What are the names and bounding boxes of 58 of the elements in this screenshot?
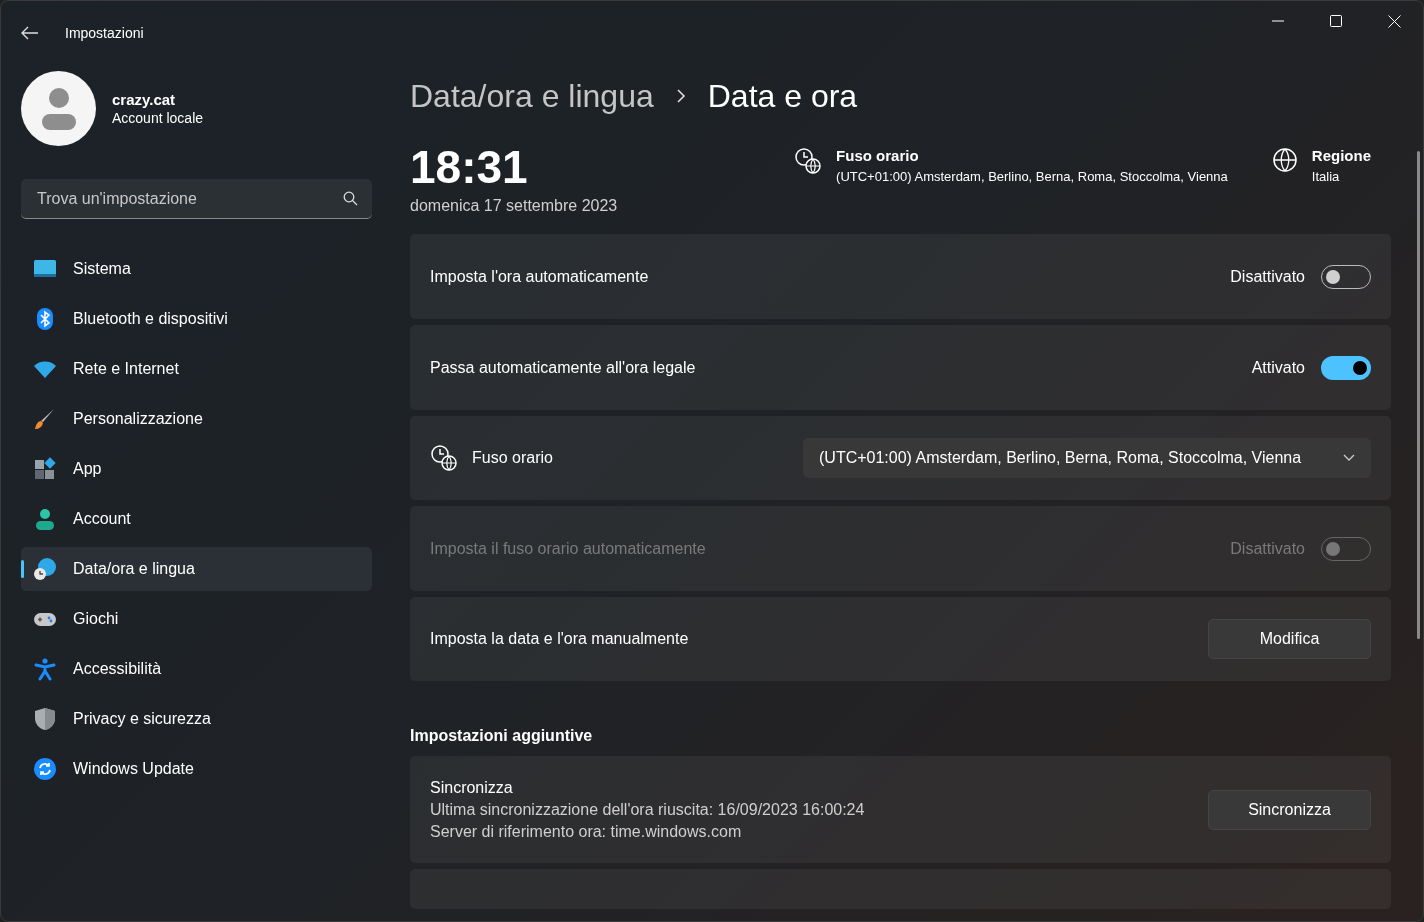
setting-title: Sincronizza bbox=[430, 778, 514, 797]
search-field[interactable]: Trova un'impostazione bbox=[35, 188, 343, 209]
setting-label: Imposta l'ora automaticamente bbox=[430, 267, 649, 286]
toggle-state-text: Disattivato bbox=[1230, 267, 1305, 286]
person-icon bbox=[33, 507, 57, 531]
sidebar-item[interactable]: Rete e Internet bbox=[21, 347, 372, 391]
summary-value: Italia bbox=[1311, 169, 1341, 184]
sidebar-item[interactable]: Account bbox=[21, 497, 372, 541]
globe-clock-icon bbox=[33, 557, 57, 581]
paintbrush-icon bbox=[33, 407, 57, 431]
setting-label: Imposta la data e l'ora manualmente bbox=[430, 630, 689, 648]
minimize-icon bbox=[1272, 20, 1284, 22]
summary-value: (UTC+01:00) Amsterdam, Berlino, Berna, Roma, Stoccolma, Vienna bbox=[836, 169, 1228, 184]
edit-button[interactable]: Modifica bbox=[1208, 619, 1371, 659]
sidebar-item[interactable]: Personalizzazione bbox=[21, 397, 372, 441]
sidebar-item[interactable]: Data/ora e lingua bbox=[21, 547, 372, 591]
current-time: 18:31 bbox=[410, 141, 529, 193]
clock-globe-icon bbox=[430, 444, 458, 472]
accessibility-icon bbox=[33, 657, 57, 681]
window-title: Impostazioni bbox=[65, 25, 144, 41]
page-title: Data e ora bbox=[707, 77, 858, 115]
back-arrow-icon[interactable] bbox=[21, 26, 39, 40]
sidebar-item[interactable]: Privacy e sicurezza bbox=[21, 697, 372, 741]
toggle-state-text: Disattivato bbox=[1230, 539, 1305, 558]
sidebar-item[interactable]: Sistema bbox=[21, 247, 372, 291]
setting-label: Imposta il fuso orario automaticamente bbox=[430, 539, 706, 558]
toggle-switch[interactable] bbox=[1321, 355, 1371, 380]
summary-title: Fuso orario bbox=[836, 147, 920, 164]
shield-icon bbox=[33, 707, 57, 731]
toggle-state-text: Attivato bbox=[1251, 358, 1305, 377]
chevron-down-icon bbox=[1343, 454, 1355, 462]
clock-globe-icon bbox=[794, 147, 823, 175]
refresh-icon bbox=[33, 757, 57, 781]
setting-label: Fuso orario bbox=[472, 449, 553, 467]
sidebar-item[interactable]: App bbox=[21, 447, 372, 491]
breadcrumb-link[interactable]: Data/ora e lingua bbox=[410, 77, 654, 115]
user-name: crazy.cat bbox=[112, 91, 177, 108]
sync-button[interactable]: Sincronizza bbox=[1208, 789, 1371, 830]
apps-icon bbox=[33, 457, 57, 481]
summary-title: Regione bbox=[1311, 147, 1371, 164]
close-icon bbox=[1387, 14, 1401, 28]
setting-label: Passa automaticamente all'ora legale bbox=[430, 358, 696, 377]
setting-description: Server di riferimento ora: time.windows.com bbox=[430, 822, 743, 841]
section-title: Impostazioni aggiuntive bbox=[410, 727, 594, 745]
maximize-icon bbox=[1330, 15, 1342, 27]
setting-description: Ultima sincronizzazione dell'ora riuscita: 16/09/2023 16:00:24 bbox=[430, 800, 865, 819]
search-icon bbox=[343, 191, 358, 206]
current-date: domenica 17 settembre 2023 bbox=[410, 197, 618, 215]
sidebar-item[interactable]: Accessibilità bbox=[21, 647, 372, 691]
account-type: Account locale bbox=[112, 110, 204, 126]
scrollbar[interactable] bbox=[1417, 151, 1420, 639]
globe-icon bbox=[1271, 147, 1298, 173]
timezone-dropdown[interactable]: (UTC+01:00) Amsterdam, Berlino, Berna, Roma, Stoccolma, Vienna bbox=[803, 438, 1371, 478]
sidebar-item[interactable]: Giochi bbox=[21, 597, 372, 641]
sidebar-item[interactable]: Bluetooth e dispositivi bbox=[21, 297, 372, 341]
sidebar-item[interactable]: Windows Update bbox=[21, 747, 372, 791]
search-box[interactable]: Trova un'impostazione bbox=[21, 179, 372, 219]
chevron-right-icon bbox=[675, 88, 686, 104]
